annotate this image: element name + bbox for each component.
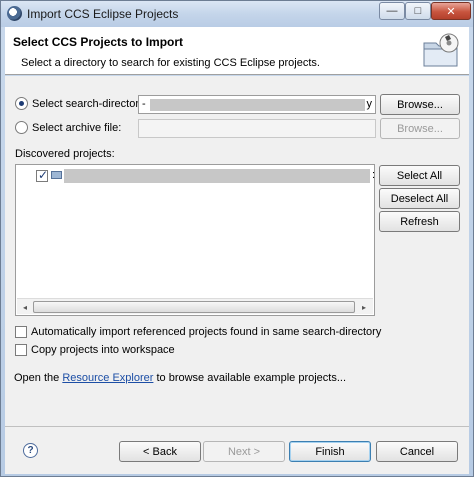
search-directory-value-suffix: y — [366, 98, 373, 110]
horizontal-scrollbar[interactable]: ◂ ▸ — [17, 298, 373, 314]
wizard-footer: ? < Back Next > Finish Cancel — [5, 426, 469, 474]
discovered-projects-tree[interactable]: : ◂ ▸ — [15, 164, 375, 316]
search-directory-label: Select search-directory: — [32, 97, 148, 110]
search-directory-field[interactable]: - y — [138, 95, 376, 114]
search-directory-radio[interactable] — [15, 97, 28, 110]
archive-file-radio[interactable] — [15, 121, 28, 134]
minimize-button[interactable]: — — [379, 2, 405, 20]
search-directory-value-prefix: - — [142, 98, 146, 110]
close-button[interactable]: ✕ — [431, 2, 471, 20]
window-title: Import CCS Eclipse Projects — [27, 7, 179, 21]
cancel-button[interactable]: Cancel — [376, 441, 458, 462]
auto-import-checkbox[interactable] — [15, 326, 27, 338]
browse-archive-button[interactable]: Browse... — [380, 118, 460, 139]
title-bar[interactable]: Import CCS Eclipse Projects — □ ✕ — [1, 1, 473, 27]
project-name-suffix: : — [372, 169, 376, 181]
folder-with-disc-icon — [423, 33, 459, 67]
finish-button[interactable]: Finish — [289, 441, 371, 462]
wizard-content: Select search-directory: - y Browse... S… — [5, 76, 469, 426]
search-directory-option[interactable]: Select search-directory: — [15, 97, 148, 110]
archive-file-label: Select archive file: — [32, 121, 122, 134]
hint-suffix: to browse available example projects... — [153, 372, 347, 384]
archive-file-option[interactable]: Select archive file: — [15, 121, 121, 134]
wizard-header: Select CCS Projects to Import Select a d… — [5, 27, 469, 75]
resource-explorer-hint: Open the Resource Explorer to browse ava… — [14, 372, 346, 384]
auto-import-label: Automatically import referenced projects… — [31, 326, 382, 338]
redacted-path — [150, 99, 365, 111]
page-description: Select a directory to search for existin… — [21, 57, 320, 69]
scroll-right-icon[interactable]: ▸ — [358, 301, 370, 313]
eclipse-app-icon — [7, 6, 22, 21]
archive-file-field[interactable] — [138, 119, 376, 138]
deselect-all-button[interactable]: Deselect All — [379, 188, 460, 209]
scrollbar-thumb[interactable] — [33, 301, 355, 313]
import-dialog: Import CCS Eclipse Projects — □ ✕ Select… — [0, 0, 474, 477]
copy-into-workspace-label: Copy projects into workspace — [31, 344, 175, 356]
maximize-button[interactable]: □ — [405, 2, 431, 20]
page-title: Select CCS Projects to Import — [13, 35, 184, 49]
select-all-button[interactable]: Select All — [379, 165, 460, 186]
discovered-projects-label: Discovered projects: — [15, 148, 115, 160]
project-checkbox[interactable] — [36, 168, 48, 182]
resource-explorer-link[interactable]: Resource Explorer — [62, 372, 153, 384]
copy-into-workspace-option[interactable]: Copy projects into workspace — [15, 344, 175, 356]
scroll-left-icon[interactable]: ◂ — [19, 301, 31, 313]
refresh-button[interactable]: Refresh — [379, 211, 460, 232]
browse-directory-button[interactable]: Browse... — [380, 94, 460, 115]
copy-into-workspace-checkbox[interactable] — [15, 344, 27, 356]
hint-prefix: Open the — [14, 372, 63, 384]
redacted-project-name — [64, 169, 370, 183]
help-icon[interactable]: ? — [23, 443, 38, 458]
project-folder-icon — [51, 171, 62, 179]
back-button[interactable]: < Back — [119, 441, 201, 462]
next-button[interactable]: Next > — [203, 441, 285, 462]
auto-import-option[interactable]: Automatically import referenced projects… — [15, 326, 381, 338]
